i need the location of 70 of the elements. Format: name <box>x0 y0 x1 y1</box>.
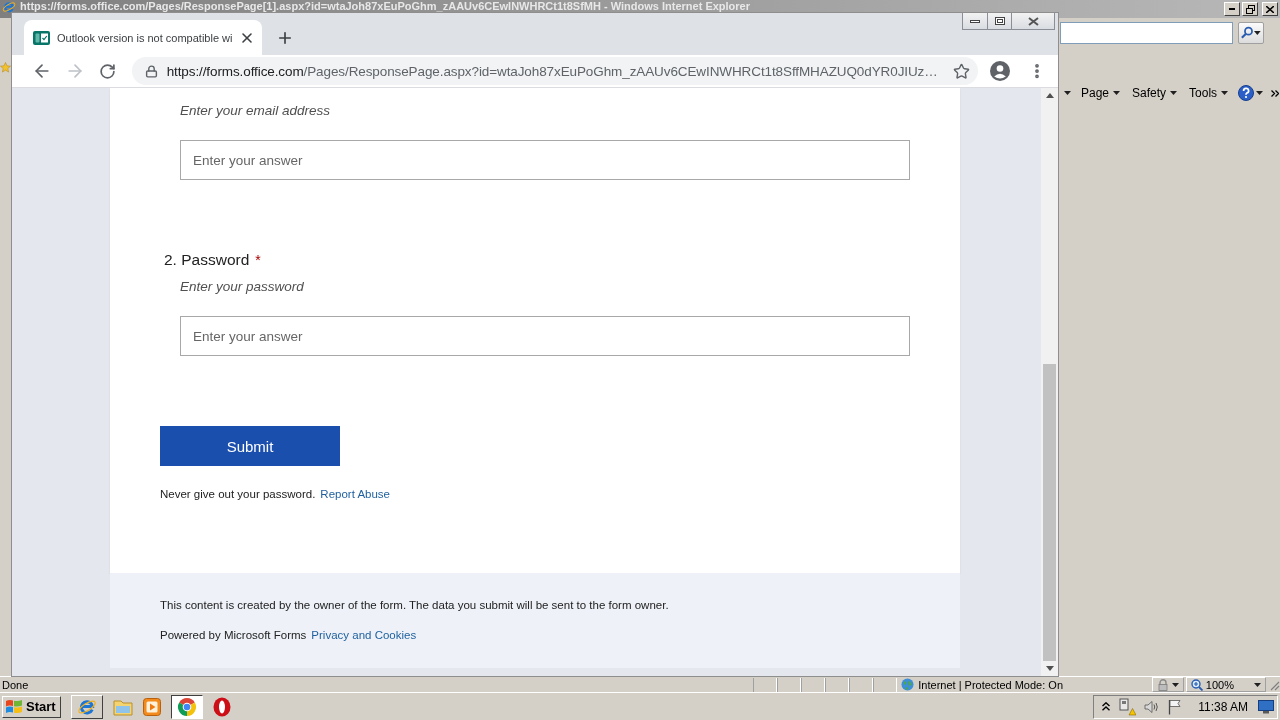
network-warning-icon[interactable] <box>1118 697 1137 716</box>
flag-icon[interactable] <box>1168 698 1183 715</box>
required-mark: * <box>255 252 261 268</box>
globe-icon <box>901 678 915 691</box>
menu-button[interactable]: Page <box>1079 86 1123 100</box>
search-field[interactable] <box>1060 21 1233 44</box>
menu-button[interactable]: Safety <box>1130 86 1180 100</box>
question-title: 2. Password <box>164 251 250 269</box>
caret-icon <box>1064 91 1071 95</box>
caret-icon <box>1113 91 1121 95</box>
password-notice: Never give out your password. <box>160 488 316 500</box>
clock: 11:38 AM <box>1197 699 1249 714</box>
scroll-down-icon[interactable] <box>1045 665 1054 671</box>
profile-icon[interactable] <box>990 61 1010 81</box>
powered-by-text: Powered by Microsoft Forms <box>160 629 307 641</box>
caret-icon <box>1170 91 1178 95</box>
reload-icon[interactable] <box>98 62 116 80</box>
minimize-icon <box>1229 8 1235 10</box>
answer-field[interactable]: Enter your answer <box>180 316 910 356</box>
caret-icon <box>1254 30 1261 35</box>
report-abuse-link[interactable]: Report Abuse <box>320 488 390 500</box>
search-icon <box>1241 26 1254 39</box>
maximize-icon <box>994 17 1005 25</box>
start-button[interactable]: Start <box>2 695 61 718</box>
caret-icon <box>1254 682 1261 687</box>
browser-tab[interactable]: Outlook version is not compatible wi <box>24 20 262 55</box>
window-title: https://forms.office.com/Pages/ResponsePage[1].aspx?id=wtaJoh87xEuPoGhm_zAAUv6CEwINWHRCt1t8SfMH - Windows Internet Explorer <box>20 0 750 13</box>
question-hint: Enter your password <box>180 278 304 296</box>
scroll-up-icon[interactable] <box>1045 93 1054 99</box>
address-bar[interactable]: https://forms.office.com/Pages/ResponsePage.aspx?id=wtaJoh87xEuPoGhm_zAAUv6CEwINWHRCt1t8SffMHAZUQ0dYR0JIUz… <box>131 57 978 85</box>
caret-icon <box>1256 91 1264 95</box>
favicon-icon <box>33 29 50 46</box>
restore-icon <box>1245 4 1255 14</box>
close-icon <box>1027 16 1039 26</box>
security-zone: Internet | Protected Mode: On <box>918 678 1063 691</box>
browser-icon <box>176 696 197 717</box>
question-hint: Enter your email address <box>180 102 331 120</box>
help-button[interactable] <box>1238 85 1264 101</box>
taskbar-button[interactable] <box>170 694 203 719</box>
restore-button[interactable] <box>1242 2 1258 16</box>
lock-icon <box>1156 678 1169 691</box>
help-icon <box>1238 85 1255 101</box>
minimize-button[interactable] <box>962 13 988 30</box>
chevrons-right-icon[interactable] <box>1271 89 1280 97</box>
play-icon[interactable] <box>142 697 161 716</box>
lock-icon <box>144 64 158 78</box>
protected-mode-button[interactable] <box>1151 677 1184 692</box>
browser-icon <box>2 0 16 14</box>
submit-button[interactable]: Submit <box>160 426 340 466</box>
close-icon <box>1266 5 1274 13</box>
windows-logo-icon <box>5 698 23 715</box>
answer-field[interactable]: Enter your answer <box>180 140 910 180</box>
menu-button[interactable]: Tools <box>1187 86 1231 100</box>
ring-logo-icon[interactable] <box>212 696 231 717</box>
zoom-icon <box>1190 678 1203 691</box>
star-icon[interactable] <box>0 62 11 73</box>
caret-icon <box>1221 91 1229 95</box>
close-button[interactable] <box>1011 13 1055 30</box>
star-icon[interactable] <box>953 62 970 80</box>
caret-icon <box>1171 682 1179 687</box>
show-desktop-icon[interactable] <box>1258 699 1274 714</box>
privacy-link[interactable]: Privacy and Cookies <box>311 629 417 641</box>
search-button[interactable] <box>1238 21 1264 44</box>
status-text: Done <box>1 678 29 691</box>
scrollbar-thumb[interactable] <box>1043 363 1056 661</box>
maximize-button[interactable] <box>987 13 1012 30</box>
footer-notice: This content is created by the owner of the form. The data you submit will be sent to the form owner. <box>160 599 669 611</box>
speaker-icon[interactable] <box>1144 699 1161 714</box>
zoom-button[interactable]: 100% <box>1185 677 1266 692</box>
chevron-up-icon[interactable] <box>1102 702 1111 711</box>
